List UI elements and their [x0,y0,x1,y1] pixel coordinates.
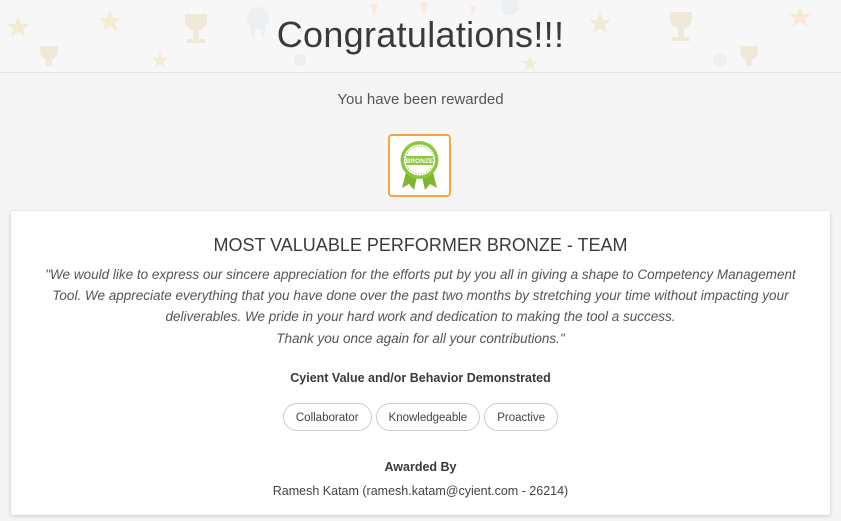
badge-frame: BRONZE [388,134,451,197]
awarded-by-name: Ramesh Katam (ramesh.katam@cyient.com - … [272,484,569,498]
congratulations-banner: Congratulations!!! [0,0,841,73]
values-chip-list: Collaborator Knowledgeable Proactive [11,403,830,431]
message-line: Tool. We appreciate everything that you … [52,288,789,304]
award-title: MOST VALUABLE PERFORMER BRONZE - TEAM [213,235,628,255]
message-line: Thank you once again for all your contri… [276,330,565,346]
badge-label: BRONZE [406,158,434,165]
values-heading: Cyient Value and/or Behavior Demonstrate… [290,371,551,385]
award-card: MOST VALUABLE PERFORMER BRONZE - TEAM "W… [11,211,830,515]
bronze-badge-icon: BRONZE [400,141,439,190]
value-chip-collaborator: Collaborator [282,403,372,431]
rewarded-subtitle: You have been rewarded [337,91,504,108]
value-chip-knowledgeable: Knowledgeable [375,403,481,431]
awarded-by-heading: Awarded By [384,460,457,474]
appreciation-message: "We would like to express our sincere ap… [31,264,810,349]
message-line: "We would like to express our sincere ap… [45,267,796,282]
message-line: deliverables. We pride in your hard work… [165,309,676,325]
value-chip-proactive: Proactive [484,403,559,431]
page-title: Congratulations!!! [276,14,565,55]
